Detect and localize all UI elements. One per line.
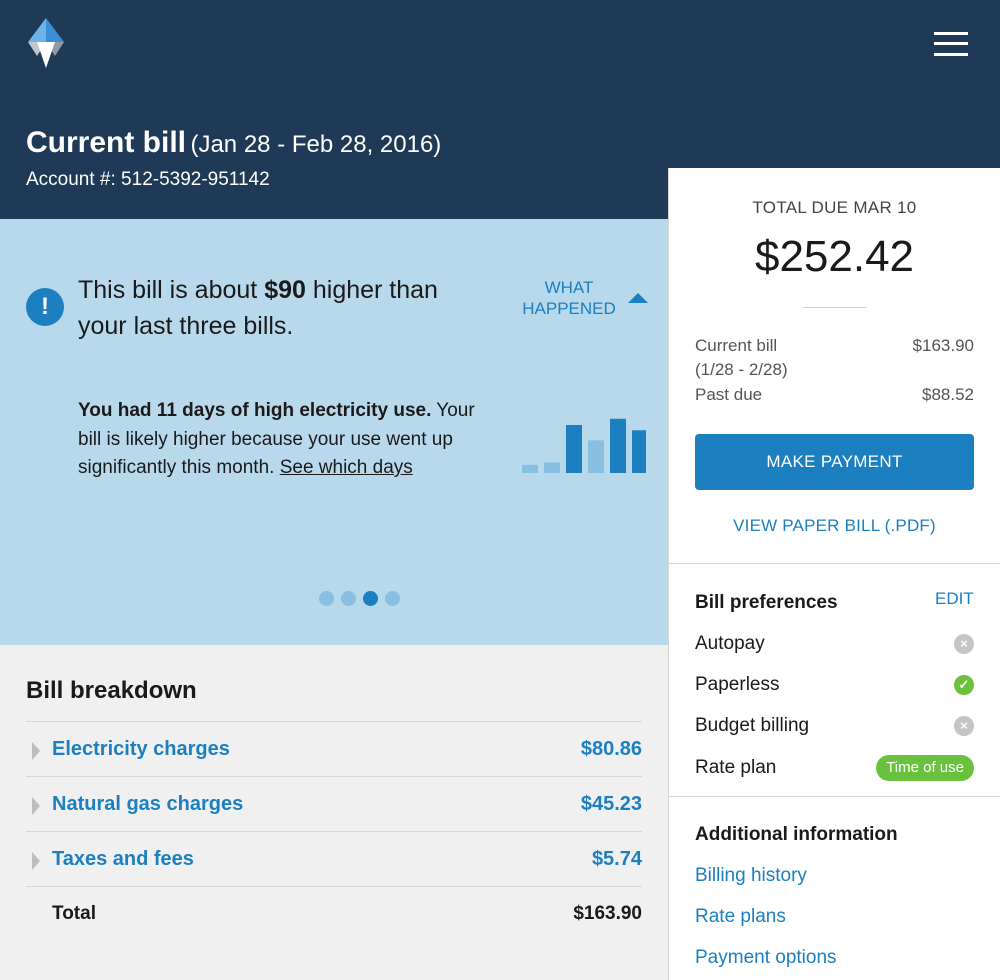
insight-amount: $90 — [264, 276, 306, 304]
payment-options-link[interactable]: Payment options — [695, 947, 837, 969]
current-bill-line: Current bill (1/28 - 2/28) $163.90 — [695, 334, 974, 382]
breakdown-total-label: Total — [52, 903, 96, 924]
breakdown-row-electricity[interactable]: Electricity charges $80.86 — [26, 721, 642, 777]
pref-budget-billing: Budget billing × — [695, 711, 974, 741]
page-title: Current bill (Jan 28 - Feb 28, 2016) — [26, 126, 441, 160]
expand-arrow-icon — [32, 797, 40, 815]
what-happened-line1: WHAT — [544, 278, 594, 297]
pref-label: Budget billing — [695, 715, 810, 736]
carousel-dot[interactable] — [319, 591, 334, 606]
total-due-label: TOTAL DUE MAR 10 — [752, 198, 917, 217]
pref-label: Autopay — [695, 633, 765, 654]
bill-summary-panel: TOTAL DUE MAR 10 $252.42 Current bill (1… — [668, 168, 1000, 980]
expand-arrow-icon — [32, 742, 40, 760]
divider — [669, 796, 1000, 797]
x-circle-icon: × — [954, 716, 974, 736]
account-number: Account #: 512-5392-951142 — [26, 169, 270, 190]
bill-preferences-title: Bill preferences — [695, 592, 838, 613]
past-due-line: Past due $88.52 — [695, 383, 974, 407]
bill-date-range: (Jan 28 - Feb 28, 2016) — [190, 131, 442, 158]
pref-rate-plan: Rate plan Time of use — [695, 753, 974, 783]
expand-arrow-icon — [32, 852, 40, 870]
what-happened-line2: HAPPENED — [522, 299, 616, 318]
breakdown-row-amount: $5.74 — [591, 848, 642, 870]
usage-bar — [566, 425, 582, 473]
total-due-amount: $252.42 — [754, 232, 915, 281]
carousel-dot-active[interactable] — [363, 591, 378, 606]
usage-mini-chart — [522, 418, 646, 473]
exclamation-icon: ! — [26, 288, 64, 326]
pref-label: Rate plan — [695, 757, 777, 778]
breakdown-total-row: Total $163.90 — [26, 886, 642, 942]
what-happened-toggle[interactable]: WHAT HAPPENED — [512, 277, 626, 319]
pref-autopay: Autopay × — [695, 629, 974, 659]
edit-preferences-link[interactable]: EDIT — [935, 589, 974, 609]
check-circle-icon: ✓ — [954, 675, 974, 695]
breakdown-row-amount: $45.23 — [580, 793, 642, 815]
rate-plans-link[interactable]: Rate plans — [695, 906, 786, 928]
breakdown-row-amount: $80.86 — [580, 738, 642, 760]
insight-detail-headline: You had 11 days of high electricity use. — [78, 400, 432, 421]
usage-bar — [632, 430, 646, 473]
bill-insight-card: ! This bill is about $90 higher than you… — [0, 219, 668, 645]
current-bill-range: (1/28 - 2/28) — [695, 360, 788, 379]
breakdown-total-amount: $163.90 — [573, 903, 642, 924]
breakdown-row-natural-gas[interactable]: Natural gas charges $45.23 — [26, 776, 642, 832]
usage-bar — [610, 418, 626, 473]
billing-history-link[interactable]: Billing history — [695, 865, 807, 887]
insight-message: This bill is about $90 higher than your … — [78, 272, 488, 344]
breakdown-row-label: Electricity charges — [52, 738, 230, 760]
breakdown-row-label: Taxes and fees — [52, 848, 194, 870]
bill-breakdown-title: Bill breakdown — [26, 677, 197, 704]
usage-bar — [588, 440, 604, 473]
view-paper-bill-link[interactable]: VIEW PAPER BILL (.PDF) — [669, 516, 1000, 536]
x-circle-icon: × — [954, 634, 974, 654]
see-which-days-link[interactable]: See which days — [280, 457, 413, 478]
insight-text-pre: This bill is about — [78, 276, 265, 304]
pref-label: Paperless — [695, 674, 780, 695]
current-bill-amount: $163.90 — [912, 336, 974, 355]
carousel-dot[interactable] — [341, 591, 356, 606]
pref-paperless: Paperless ✓ — [695, 670, 974, 700]
make-payment-button[interactable]: MAKE PAYMENT — [695, 434, 974, 490]
caret-up-icon[interactable] — [628, 293, 648, 303]
usage-bar — [522, 464, 538, 473]
breakdown-row-taxes[interactable]: Taxes and fees $5.74 — [26, 831, 642, 887]
usage-bar — [544, 462, 560, 473]
divider — [803, 307, 866, 308]
carousel-dot[interactable] — [385, 591, 400, 606]
insight-detail: You had 11 days of high electricity use.… — [78, 397, 488, 483]
page-title-text: Current bill — [26, 126, 187, 159]
logo-icon[interactable] — [26, 18, 66, 68]
past-due-amount: $88.52 — [922, 385, 974, 404]
rate-plan-badge: Time of use — [876, 755, 974, 781]
additional-info-title: Additional information — [695, 824, 898, 845]
menu-icon[interactable] — [934, 30, 970, 60]
breakdown-row-label: Natural gas charges — [52, 793, 244, 815]
divider — [669, 563, 1000, 564]
